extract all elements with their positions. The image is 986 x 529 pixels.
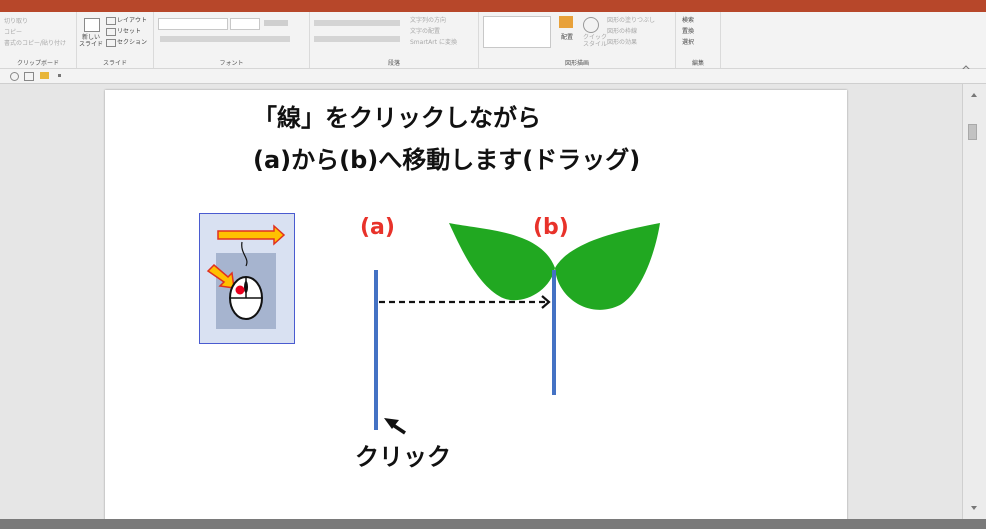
format-painter-button[interactable]: 書式のコピー/貼り付け [4, 40, 66, 47]
layout-button[interactable]: レイアウト [117, 17, 147, 24]
drawing-group: 配置 クイック スタイル 図形の塗りつぶし 図形の枠線 図形の効果 図形描画 [479, 12, 676, 68]
new-slide-label[interactable]: 新しい [82, 34, 100, 41]
paragraph-group-label: 段落 [387, 60, 400, 67]
font-size-buttons[interactable] [264, 20, 288, 26]
list-buttons[interactable] [314, 20, 400, 26]
ribbon: 切り取り コピー 書式のコピー/貼り付け クリップボード 新しい スライド レイ… [0, 12, 986, 71]
paragraph-group: 文字列の方向 文字の配置 SmartArt に変換 段落 [310, 12, 479, 68]
font-format-buttons[interactable] [160, 36, 290, 42]
font-group: フォント [154, 12, 310, 68]
shapes-gallery[interactable] [483, 16, 551, 48]
clipboard-group: 切り取り コピー 書式のコピー/貼り付け クリップボード [0, 12, 77, 68]
quick-styles-label-2[interactable]: スタイル [583, 41, 607, 48]
new-slide-label-2[interactable]: スライド [79, 41, 103, 48]
slides-group-label: スライド [102, 60, 127, 67]
vertical-scrollbar[interactable] [962, 84, 986, 529]
diagram-layer [374, 223, 660, 435]
title-bar [0, 0, 986, 12]
font-size-input[interactable] [230, 18, 260, 30]
copy-button[interactable]: コピー [4, 29, 22, 36]
scroll-down-icon[interactable] [971, 496, 977, 510]
shape-outline-button[interactable]: 図形の枠線 [607, 28, 637, 35]
text-direction-button[interactable]: 文字列の方向 [410, 17, 446, 24]
align-text-button[interactable]: 文字の配置 [410, 28, 440, 35]
scroll-up-icon[interactable] [971, 83, 977, 97]
editing-group-label: 編集 [691, 60, 704, 67]
reset-button[interactable]: リセット [117, 28, 141, 35]
drawing-group-label: 図形描画 [564, 60, 589, 67]
slide-canvas[interactable]: 「線」をクリックしながら (a)から(b)へ移動します(ドラッグ) (a) (b… [105, 90, 847, 525]
powerpoint-window: 切り取り コピー 書式のコピー/貼り付け クリップボード 新しい スライド レイ… [0, 0, 986, 529]
redo-icon[interactable] [10, 72, 19, 81]
quick-styles-button[interactable]: クイック [583, 34, 607, 41]
new-slide-icon[interactable] [84, 18, 100, 32]
start-slideshow-icon[interactable] [24, 72, 34, 81]
status-bar [0, 519, 986, 529]
customize-toolbar-icon[interactable] [58, 74, 61, 77]
section-button[interactable]: セクション [117, 39, 147, 46]
slides-group: 新しい スライド レイアウト リセット セクション スライド [77, 12, 154, 68]
editing-group: 検索 置換 選択 編集 [676, 12, 721, 68]
quick-access-toolbar [0, 69, 986, 84]
open-folder-icon[interactable] [40, 72, 49, 79]
reset-icon [106, 28, 116, 36]
font-group-label: フォント [219, 60, 244, 67]
collapse-ribbon-icon[interactable] [961, 56, 971, 71]
arrange-icon [559, 16, 573, 28]
shape-fill-button[interactable]: 図形の塗りつぶし [607, 17, 655, 24]
shape-effects-button[interactable]: 図形の効果 [607, 39, 637, 46]
replace-button[interactable]: 置換 [682, 28, 694, 35]
arrange-button[interactable]: 配置 [561, 34, 573, 41]
layout-icon [106, 17, 116, 25]
section-icon [106, 39, 116, 47]
click-label: クリック [355, 443, 451, 471]
leaf-left [449, 223, 555, 301]
cut-button[interactable]: 切り取り [4, 18, 28, 25]
find-button[interactable]: 検索 [682, 17, 694, 24]
leaf-right [555, 223, 660, 310]
font-name-input[interactable] [158, 18, 228, 30]
select-button[interactable]: 選択 [682, 39, 694, 46]
align-buttons[interactable] [314, 36, 400, 42]
clipboard-group-label: クリップボード [16, 60, 59, 67]
quick-styles-icon [583, 17, 599, 33]
scroll-thumb[interactable] [968, 124, 977, 140]
smartart-button[interactable]: SmartArt に変換 [410, 39, 457, 46]
